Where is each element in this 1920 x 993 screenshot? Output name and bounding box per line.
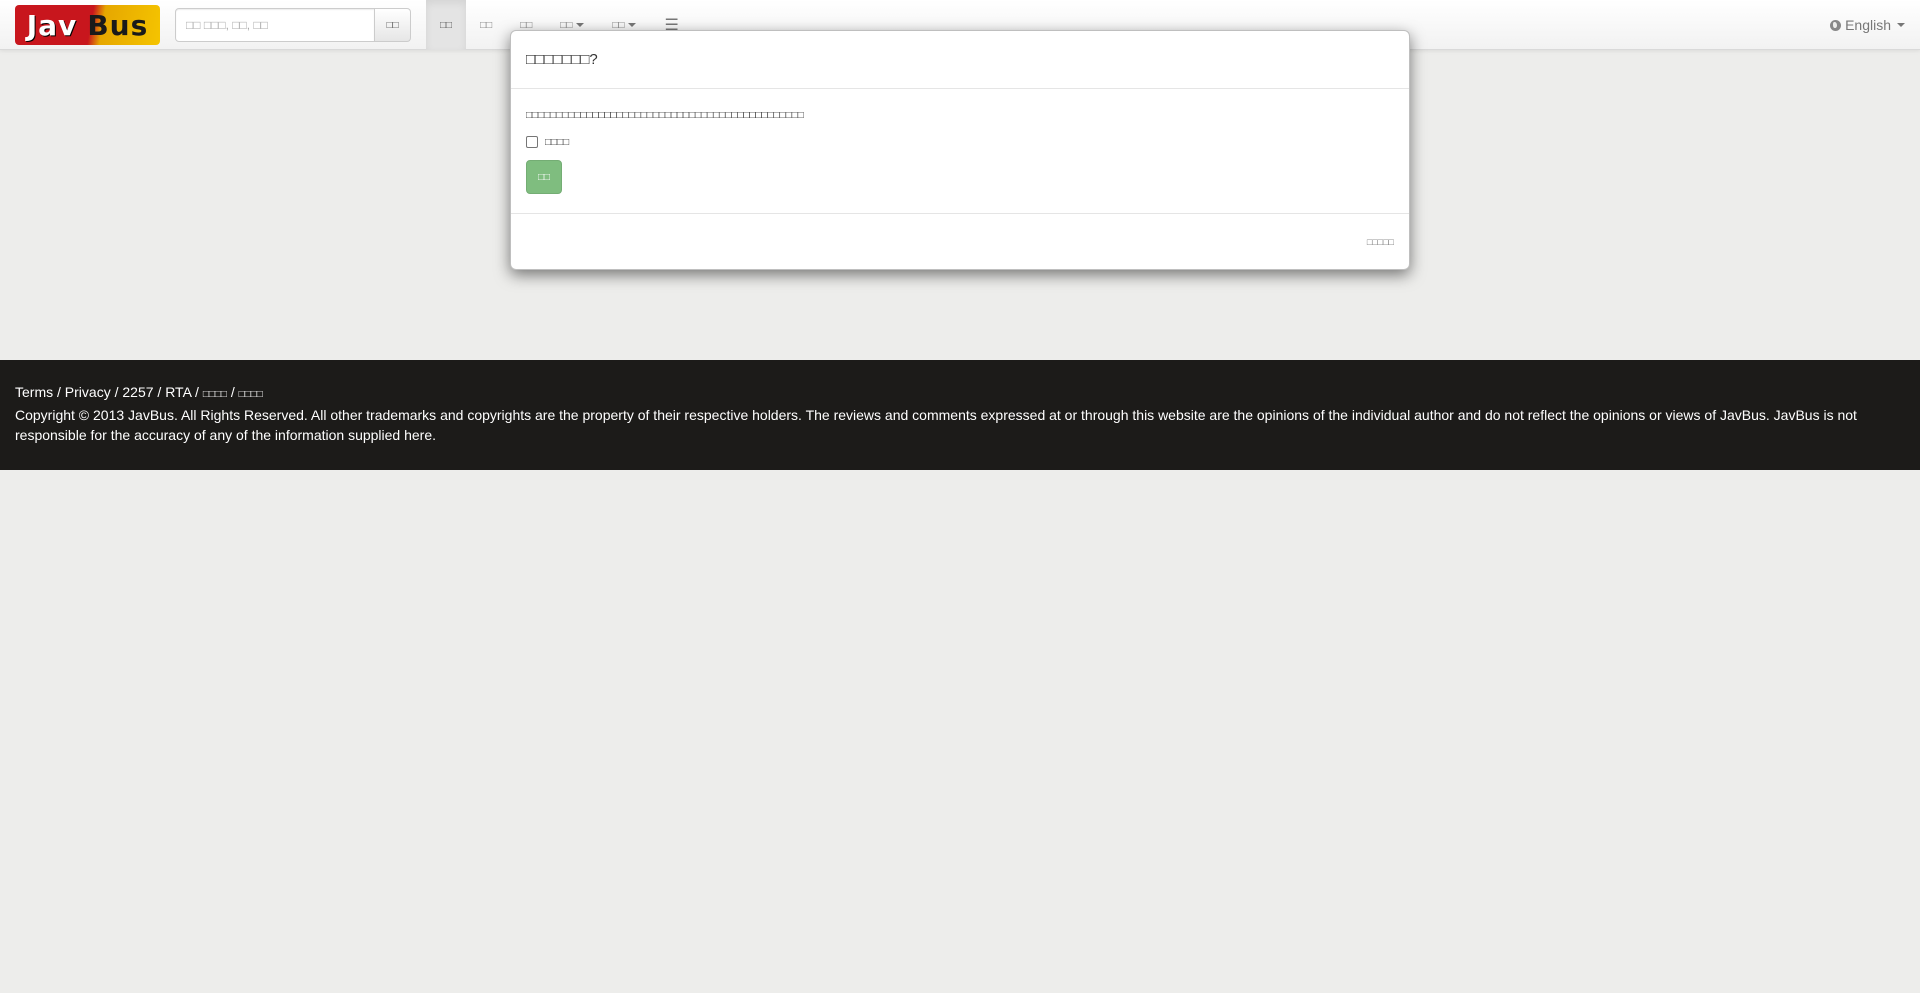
footer-link-2257[interactable]: 2257 [122, 384, 153, 400]
separator: / [53, 384, 65, 400]
nav-item-1[interactable]: □□ [426, 0, 467, 50]
separator: / [191, 384, 203, 400]
modal-title: □□□□□□□? [526, 51, 598, 68]
confirm-checkbox[interactable] [526, 136, 538, 148]
logo-part-bus: Bus [87, 8, 149, 42]
caret-down-icon [576, 23, 585, 27]
modal-body: □□□□□□□□□□□□□□□□□□□□□□□□□□□□□□□□□□□□□□□□… [511, 89, 1409, 213]
site-footer: Terms / Privacy / 2257 / RTA / □□□□ / □□… [0, 360, 1920, 470]
nav-item-label: □□ [480, 19, 493, 31]
nav-item-label: □□ [612, 19, 625, 31]
nav-item-label: □□ [560, 19, 573, 31]
separator: / [226, 384, 239, 400]
logo-part-jav: Jav [26, 8, 78, 42]
checkbox-label: □□□□ [545, 136, 570, 148]
search-input[interactable] [175, 8, 376, 42]
age-verification-modal: □□□□□□□? □□□□□□□□□□□□□□□□□□□□□□□□□□□□□□□… [510, 30, 1410, 270]
caret-down-icon [628, 23, 637, 27]
globe-icon [1830, 19, 1842, 31]
nav-item-2[interactable]: □□ [466, 0, 506, 50]
caret-down-icon [1897, 23, 1905, 27]
nav-item-label: □□ [440, 19, 453, 31]
modal-text: □□□□□□□□□□□□□□□□□□□□□□□□□□□□□□□□□□□□□□□□… [526, 110, 804, 121]
footer-link-rta[interactable]: RTA [165, 384, 191, 400]
footer-link-privacy[interactable]: Privacy [65, 384, 111, 400]
search-button[interactable]: □□ [375, 8, 411, 42]
footer-link-6[interactable]: □□□□ [239, 389, 263, 400]
modal-header: □□□□□□□? [511, 31, 1409, 89]
modal-footer: □□□□□ [511, 213, 1409, 269]
language-label: English [1845, 17, 1891, 33]
separator: / [110, 384, 123, 400]
language-selector[interactable]: English [1830, 0, 1905, 50]
footer-link-terms[interactable]: Terms [15, 384, 53, 400]
modal-footer-link[interactable]: □□□□□ [1367, 237, 1394, 247]
footer-link-5[interactable]: □□□□ [203, 389, 227, 400]
logo-text: Jav Bus [27, 9, 149, 42]
search-form: □□ [175, 8, 411, 42]
copyright-text: Copyright © 2013 JavBus. All Rights Rese… [15, 407, 1857, 443]
confirm-checkbox-row: □□□□ [526, 136, 1394, 148]
separator: / [153, 384, 166, 400]
footer-links: Terms / Privacy / 2257 / RTA / □□□□ / □□… [15, 382, 1905, 405]
confirm-button[interactable]: □□ [526, 160, 562, 194]
nav-item-label: □□ [520, 19, 533, 31]
javbus-logo[interactable]: Jav Bus [15, 5, 160, 45]
